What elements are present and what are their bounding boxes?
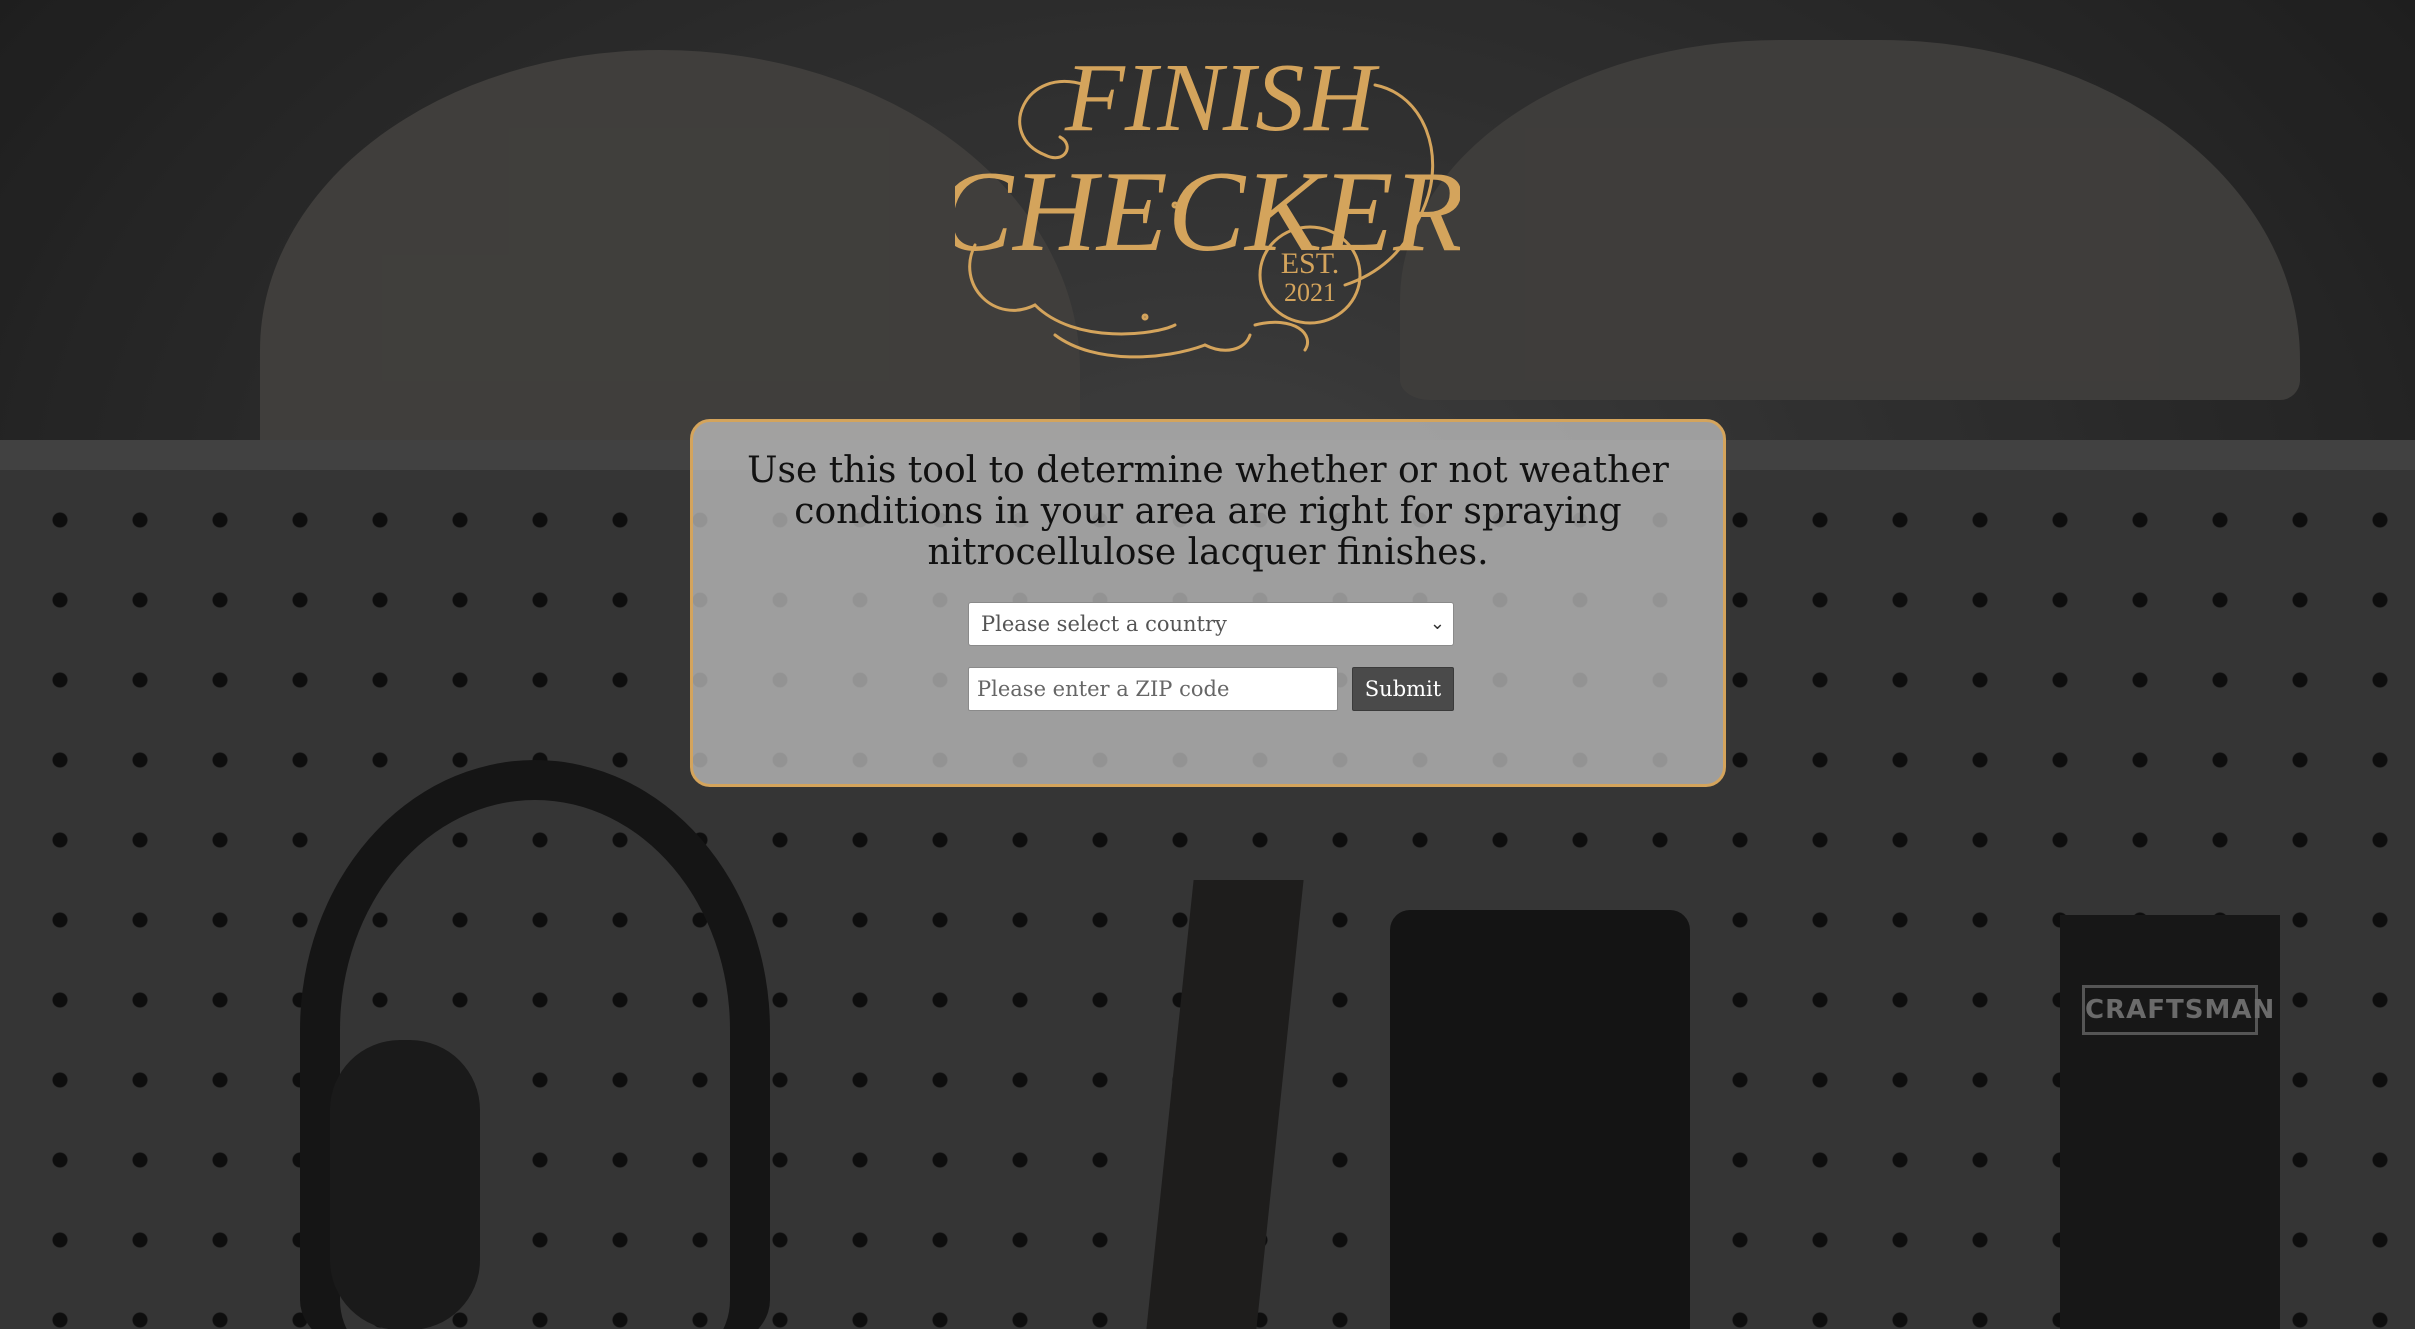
- submit-button[interactable]: Submit: [1352, 667, 1454, 711]
- finish-checker-card: Use this tool to determine whether or no…: [690, 419, 1726, 787]
- logo-line-2: CHECKER: [955, 148, 1460, 276]
- logo-est-year: 2021: [1284, 278, 1336, 307]
- logo-line-1: FINISH: [1064, 44, 1380, 152]
- chevron-down-icon: ⌄: [1429, 613, 1445, 634]
- country-select[interactable]: Please select a country ⌄: [968, 602, 1454, 646]
- intro-text: Use this tool to determine whether or no…: [747, 450, 1669, 573]
- country-select-value: Please select a country: [981, 612, 1227, 636]
- logo-est-label: EST.: [1281, 247, 1340, 280]
- page: CRAFTSMAN FINISH CHECKER EST. 2021 Use t…: [0, 0, 2415, 1329]
- zip-code-input[interactable]: Please enter a ZIP code: [968, 667, 1338, 711]
- zip-code-placeholder: Please enter a ZIP code: [977, 677, 1230, 701]
- finish-checker-logo: FINISH CHECKER EST. 2021: [955, 44, 1460, 359]
